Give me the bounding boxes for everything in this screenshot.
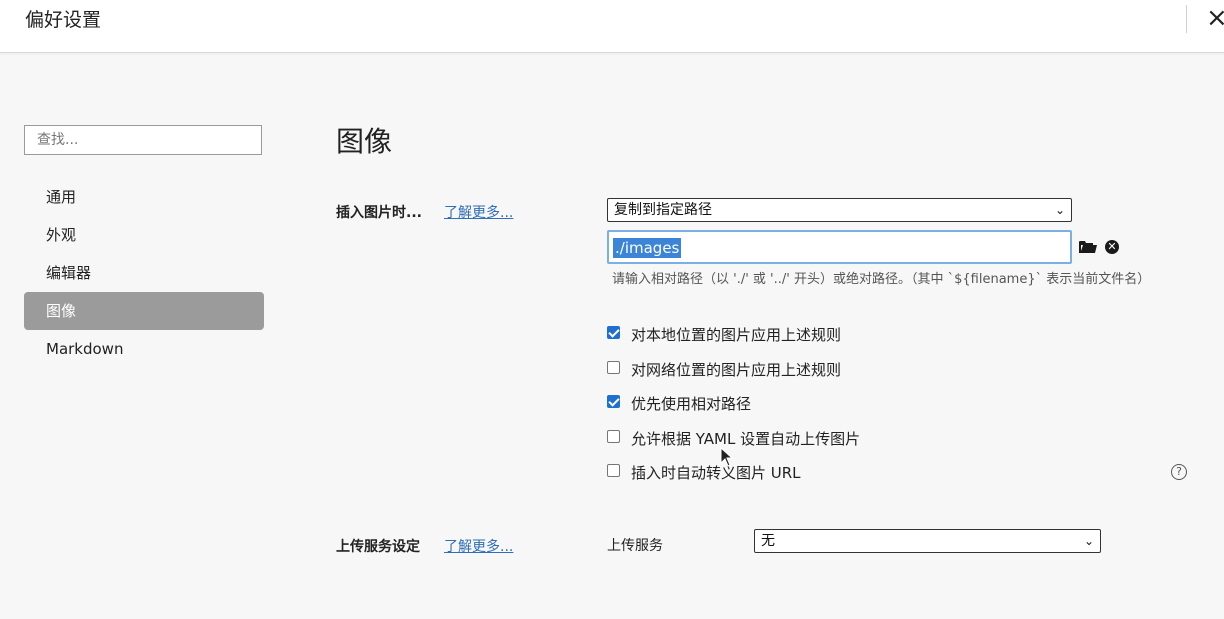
checkbox-escape-url[interactable]: [607, 464, 620, 477]
sidebar-item-general[interactable]: 通用: [24, 178, 264, 216]
sidebar-item-markdown[interactable]: Markdown: [24, 330, 264, 368]
option-label: 插入时自动转义图片 URL: [631, 464, 801, 482]
option-label: 对网络位置的图片应用上述规则: [631, 361, 842, 379]
path-hint: 请输入相对路径（以 './' 或 '../' 开头）或绝对路径。（其中 `${f…: [612, 272, 1151, 287]
chevron-down-icon: ⌄: [1083, 534, 1094, 548]
insert-learn-more-link[interactable]: 了解更多...: [444, 202, 513, 222]
window-title: 偏好设置: [25, 9, 102, 31]
upload-service-value: 无: [761, 533, 775, 549]
upload-service-select[interactable]: 无 ⌄: [754, 529, 1101, 553]
insert-action-select[interactable]: 复制到指定路径 ⌄: [607, 198, 1072, 222]
mouse-cursor-icon: [720, 447, 734, 467]
page-title: 图像: [336, 125, 393, 158]
checkbox-yaml-upload[interactable]: [607, 430, 620, 443]
image-path-value: ./images: [613, 238, 682, 258]
help-icon[interactable]: ?: [1171, 464, 1187, 480]
checkbox-local-images[interactable]: [607, 326, 620, 339]
option-label: 优先使用相对路径: [631, 395, 752, 413]
sidebar-item-appearance[interactable]: 外观: [24, 216, 264, 254]
clear-icon[interactable]: ✕: [1105, 240, 1119, 254]
close-icon[interactable]: ×: [1206, 5, 1224, 31]
title-divider: [1186, 5, 1187, 33]
image-path-input[interactable]: ./images: [607, 230, 1072, 264]
upload-learn-more-link[interactable]: 了解更多...: [444, 536, 513, 556]
checkbox-network-images[interactable]: [607, 361, 620, 374]
insert-action-value: 复制到指定路径: [614, 202, 712, 218]
sidebar-nav: 通用 外观 编辑器 图像 Markdown: [24, 178, 264, 368]
upload-section-label: 上传服务设定: [336, 539, 420, 555]
sidebar-item-editor[interactable]: 编辑器: [24, 254, 264, 292]
chevron-down-icon: ⌄: [1054, 203, 1065, 217]
folder-icon[interactable]: [1079, 240, 1097, 254]
option-label: 对本地位置的图片应用上述规则: [631, 326, 842, 344]
title-bar: 偏好设置 ×: [0, 0, 1224, 53]
sidebar-item-image[interactable]: 图像: [24, 292, 264, 330]
option-label: 允许根据 YAML 设置自动上传图片: [631, 430, 861, 448]
insert-section-label: 插入图片时...: [336, 205, 422, 221]
search-input[interactable]: [24, 125, 262, 155]
upload-service-label: 上传服务: [607, 538, 663, 554]
checkbox-relative-path[interactable]: [607, 395, 620, 408]
